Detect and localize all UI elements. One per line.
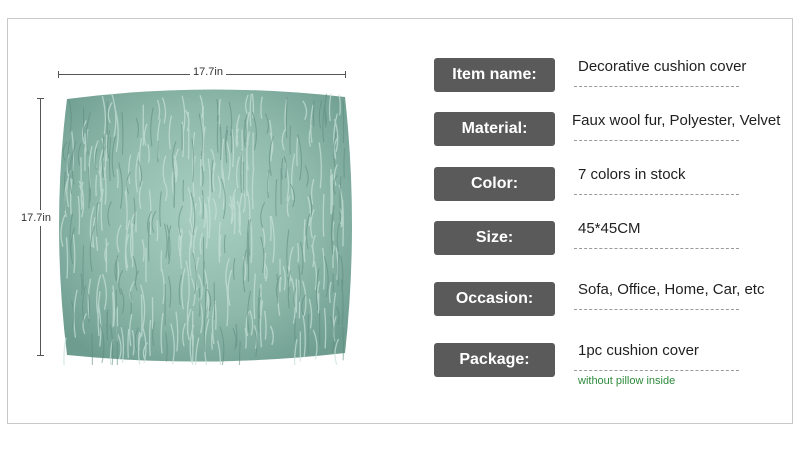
fur-strand xyxy=(238,340,241,365)
spec-value-occasion: Sofa, Office, Home, Car, etc xyxy=(578,281,765,298)
height-dimension-line xyxy=(37,98,44,356)
spec-value-color: 7 colors in stock xyxy=(578,166,686,183)
spec-divider xyxy=(574,309,739,310)
fur-strand xyxy=(192,334,195,365)
spec-label-package: Package: xyxy=(434,343,555,377)
spec-note-package: without pillow inside xyxy=(578,375,676,387)
fur-strand xyxy=(111,291,115,328)
fur-strand xyxy=(303,219,306,262)
width-dimension-label: 17.7in xyxy=(190,66,226,78)
fur-strand xyxy=(82,245,85,290)
fur-strand xyxy=(289,125,292,155)
spec-label-occasion: Occasion: xyxy=(434,282,555,316)
pillow-image xyxy=(55,85,355,365)
spec-label-item-name: Item name: xyxy=(434,58,555,92)
fur-strand xyxy=(343,147,346,179)
spec-label-color: Color: xyxy=(434,167,555,201)
height-dimension-label: 17.7in xyxy=(21,210,51,226)
fur-strand xyxy=(214,303,217,330)
spec-value-size: 45*45CM xyxy=(578,220,641,237)
spec-value-package: 1pc cushion cover xyxy=(578,342,699,359)
fur-strand xyxy=(91,333,93,365)
spec-divider xyxy=(574,86,739,87)
fur-strand xyxy=(322,193,325,237)
fur-strand xyxy=(296,137,299,166)
spec-divider xyxy=(574,370,739,371)
spec-value-material: Faux wool fur, Polyester, Velvet xyxy=(572,112,781,129)
spec-divider xyxy=(574,194,739,195)
spec-label-material: Material: xyxy=(434,112,555,146)
fur-strand xyxy=(116,256,118,282)
faux-fur-pillow-image xyxy=(59,89,352,365)
fur-strand xyxy=(127,329,130,358)
spec-divider xyxy=(574,140,739,141)
fur-strand xyxy=(63,337,67,365)
spec-label-size: Size: xyxy=(434,221,555,255)
spec-value-item-name: Decorative cushion cover xyxy=(578,58,747,75)
fur-strand xyxy=(95,174,98,197)
spec-divider xyxy=(574,248,739,249)
